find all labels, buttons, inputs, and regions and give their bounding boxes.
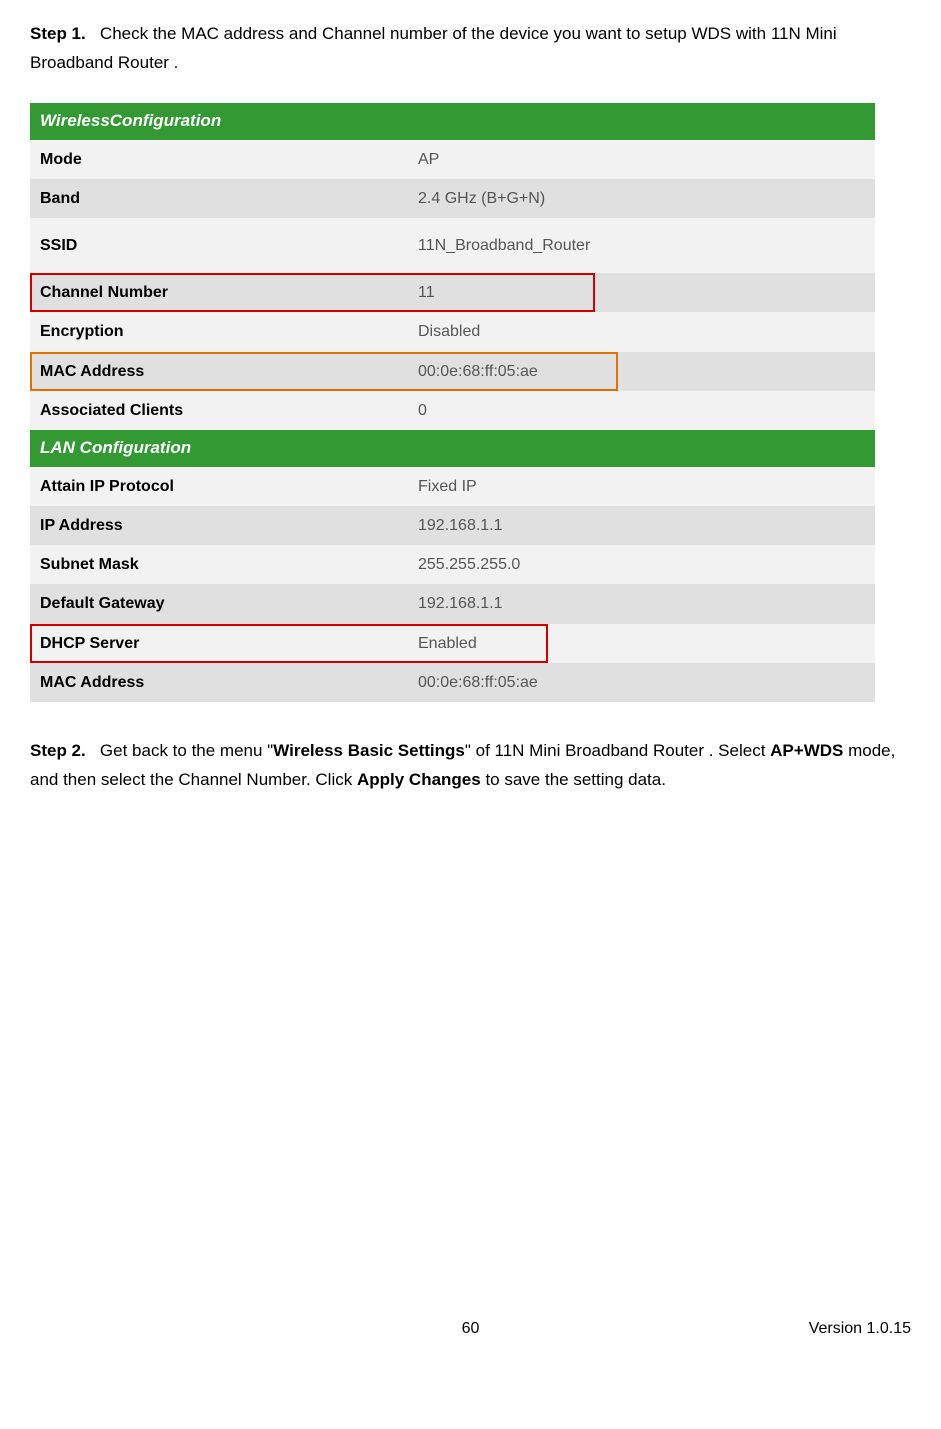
step1-body: Check the MAC address and Channel number… <box>30 24 837 72</box>
label-subnet: Subnet Mask <box>30 545 408 584</box>
row-lan-mac: MAC Address 00:0e:68:ff:05:ae <box>30 663 875 702</box>
label-ssid: SSID <box>30 218 408 273</box>
row-clients: Associated Clients 0 <box>30 391 875 430</box>
step2-mid1: " of 11N Mini Broadband Router . Select <box>465 741 770 760</box>
value-mac: 00:0e:68:ff:05:ae <box>408 352 875 391</box>
step2-label: Step 2. <box>30 741 86 760</box>
row-dhcp: DHCP Server Enabled <box>30 624 875 663</box>
row-mode: Mode AP <box>30 140 875 179</box>
step2-bold3: Apply Changes <box>357 770 481 789</box>
label-lan-mac: MAC Address <box>30 663 408 702</box>
value-mode: AP <box>408 140 875 179</box>
value-ip: 192.168.1.1 <box>408 506 875 545</box>
label-mac: MAC Address <box>30 352 408 391</box>
wireless-header: WirelessConfiguration <box>30 103 875 140</box>
value-channel: 11 <box>408 273 875 312</box>
row-mac: MAC Address 00:0e:68:ff:05:ae <box>30 352 875 391</box>
row-band: Band 2.4 GHz (B+G+N) <box>30 179 875 218</box>
label-encryption: Encryption <box>30 312 408 351</box>
value-attain: Fixed IP <box>408 467 875 506</box>
row-ip: IP Address 192.168.1.1 <box>30 506 875 545</box>
page-footer: 60 Version 1.0.15 <box>30 1315 911 1342</box>
label-channel: Channel Number <box>30 273 408 312</box>
row-channel: Channel Number 11 <box>30 273 875 312</box>
step1-label: Step 1. <box>30 24 86 43</box>
row-subnet: Subnet Mask 255.255.255.0 <box>30 545 875 584</box>
value-band: 2.4 GHz (B+G+N) <box>408 179 875 218</box>
label-attain: Attain IP Protocol <box>30 467 408 506</box>
row-ssid: SSID 11N_Broadband_Router <box>30 218 875 273</box>
row-attain: Attain IP Protocol Fixed IP <box>30 467 875 506</box>
label-gateway: Default Gateway <box>30 584 408 623</box>
value-lan-mac: 00:0e:68:ff:05:ae <box>408 663 875 702</box>
step2-bold1: Wireless Basic Settings <box>273 741 465 760</box>
value-subnet: 255.255.255.0 <box>408 545 875 584</box>
label-clients: Associated Clients <box>30 391 408 430</box>
label-dhcp: DHCP Server <box>30 624 408 663</box>
step2-post: to save the setting data. <box>481 770 666 789</box>
value-gateway: 192.168.1.1 <box>408 584 875 623</box>
label-band: Band <box>30 179 408 218</box>
step1-text: Step 1. Check the MAC address and Channe… <box>30 20 911 78</box>
label-ip: IP Address <box>30 506 408 545</box>
version-text: Version 1.0.15 <box>809 1315 911 1342</box>
config-table: WirelessConfiguration Mode AP Band 2.4 G… <box>30 103 875 702</box>
config-table-wrap: WirelessConfiguration Mode AP Band 2.4 G… <box>30 103 911 702</box>
row-encryption: Encryption Disabled <box>30 312 875 351</box>
step2-pre: Get back to the menu " <box>100 741 273 760</box>
wireless-header-row: WirelessConfiguration <box>30 103 875 140</box>
step2-text: Step 2. Get back to the menu "Wireless B… <box>30 737 911 795</box>
page-number: 60 <box>30 1315 911 1342</box>
lan-header-row: LAN Configuration <box>30 430 875 467</box>
value-ssid: 11N_Broadband_Router <box>408 218 875 273</box>
value-dhcp: Enabled <box>408 624 875 663</box>
lan-header: LAN Configuration <box>30 430 875 467</box>
label-mode: Mode <box>30 140 408 179</box>
value-clients: 0 <box>408 391 875 430</box>
row-gateway: Default Gateway 192.168.1.1 <box>30 584 875 623</box>
step2-bold2: AP+WDS <box>770 741 843 760</box>
value-encryption: Disabled <box>408 312 875 351</box>
